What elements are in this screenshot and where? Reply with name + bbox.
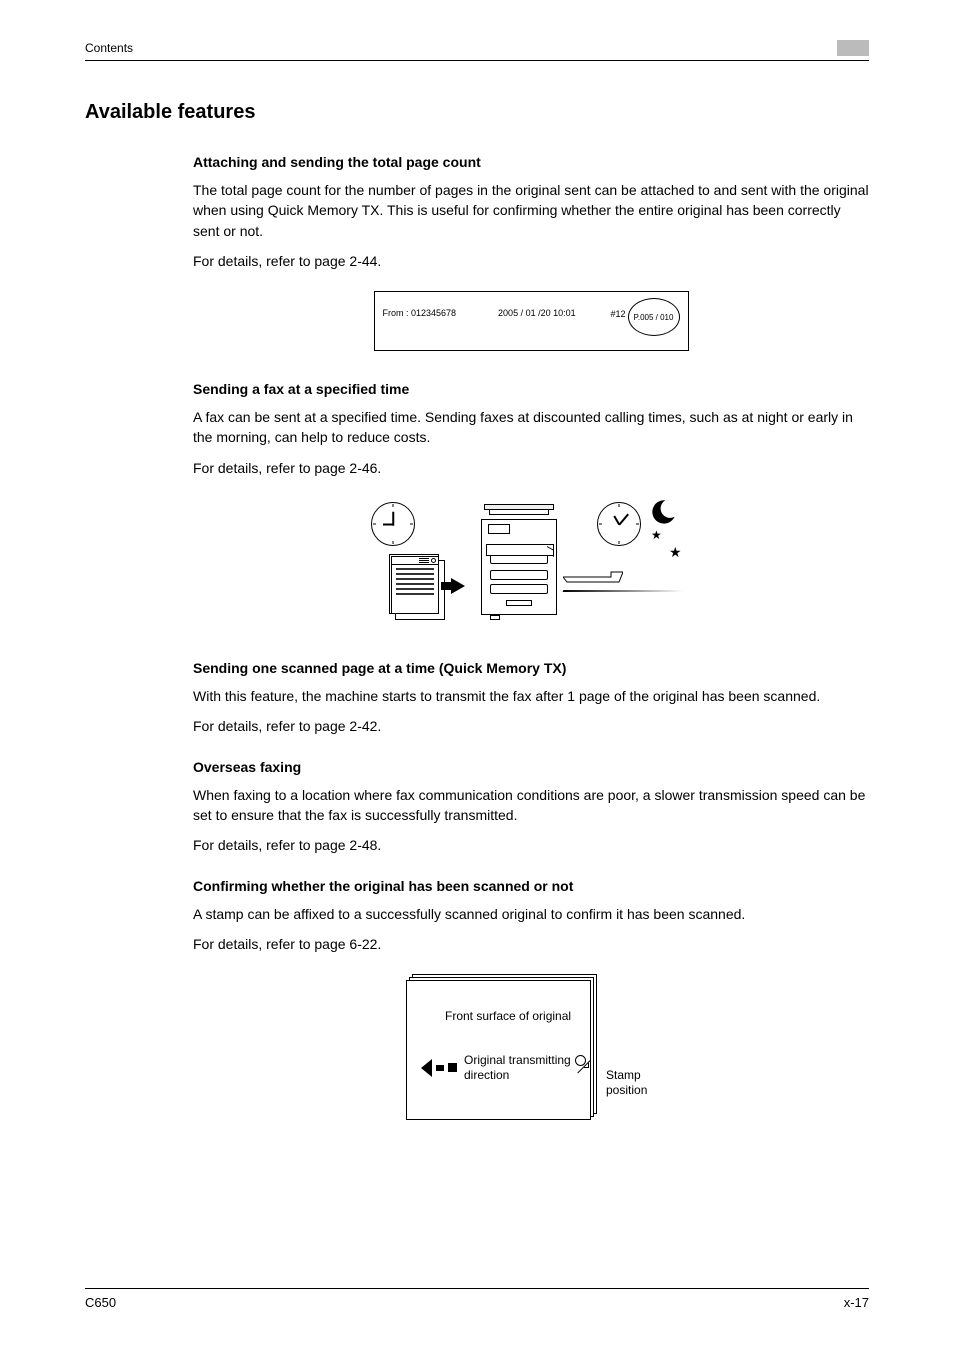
figure-stamp-position: Front surface of original Original trans… [406, 974, 656, 1134]
fig-label-line: direction [464, 1068, 509, 1082]
header-left: Contents [85, 41, 133, 55]
fig-from: From : 012345678 [383, 308, 457, 318]
sub-heading: Sending a fax at a specified time [193, 381, 869, 397]
clock-icon [597, 502, 641, 546]
copier-icon [479, 504, 559, 630]
star-icon: ★ [669, 544, 682, 561]
body-text: For details, refer to page 2-46. [193, 458, 869, 478]
subsection-confirm-scanned: Confirming whether the original has been… [193, 878, 869, 1135]
fig-page-count-circle: P.005 / 010 [628, 298, 680, 336]
subsection-attach-count: Attaching and sending the total page cou… [193, 154, 869, 351]
moon-icon [649, 498, 677, 526]
clock-icon [371, 502, 415, 546]
fig-label: Original transmitting direction [464, 1053, 571, 1082]
sub-heading: Sending one scanned page at a time (Quic… [193, 660, 869, 676]
fig-label-line: position [606, 1083, 647, 1097]
fig-date: 2005 / 01 /20 10:01 [498, 308, 576, 318]
sub-heading: Attaching and sending the total page cou… [193, 154, 869, 170]
footer-right: x-17 [844, 1295, 869, 1310]
footer-left: C650 [85, 1295, 116, 1310]
body-text: For details, refer to page 2-48. [193, 835, 869, 855]
fig-label-line: Original transmitting [464, 1053, 571, 1067]
square-icon [448, 1063, 457, 1072]
fig-label: Front surface of original [445, 1009, 571, 1023]
arrow-right-icon [451, 578, 465, 594]
body-text: The total page count for the number of p… [193, 180, 869, 241]
document-stack-icon [391, 556, 439, 614]
arrow-left-icon [421, 1059, 432, 1077]
arrow-stem [436, 1065, 444, 1071]
page: Contents Available features Attaching an… [0, 0, 954, 1350]
sub-heading: Confirming whether the original has been… [193, 878, 869, 894]
page-eject-icon [563, 570, 623, 584]
subsection-overseas: Overseas faxing When faxing to a locatio… [193, 759, 869, 856]
figure-timer-send: ★ ★ [371, 496, 691, 636]
body-text: When faxing to a location where fax comm… [193, 785, 869, 826]
body-text: For details, refer to page 2-42. [193, 716, 869, 736]
page-footer: C650 x-17 [85, 1288, 869, 1310]
figure-fax-header: From : 012345678 2005 / 01 /20 10:01 #12… [374, 291, 689, 351]
shadow-line [563, 590, 684, 592]
header-marker [837, 40, 869, 56]
section-title: Available features [85, 101, 869, 124]
subsection-quick-memory: Sending one scanned page at a time (Quic… [193, 660, 869, 737]
star-icon: ★ [651, 528, 662, 542]
sub-heading: Overseas faxing [193, 759, 869, 775]
subsection-specified-time: Sending a fax at a specified time A fax … [193, 381, 869, 636]
body-text: With this feature, the machine starts to… [193, 686, 869, 706]
body-text: For details, refer to page 6-22. [193, 934, 869, 954]
fig-label: Stamp position [606, 1068, 647, 1097]
fig-hash: #12 [610, 309, 625, 319]
body-text: For details, refer to page 2-44. [193, 251, 869, 271]
body-text: A stamp can be affixed to a successfully… [193, 904, 869, 924]
page-header: Contents [85, 40, 869, 61]
fig-label-line: Stamp [606, 1068, 641, 1082]
arrow-and-label: Original transmitting direction [421, 1053, 571, 1082]
sheet-icon: Front surface of original Original trans… [406, 980, 591, 1120]
body-text: A fax can be sent at a specified time. S… [193, 407, 869, 448]
